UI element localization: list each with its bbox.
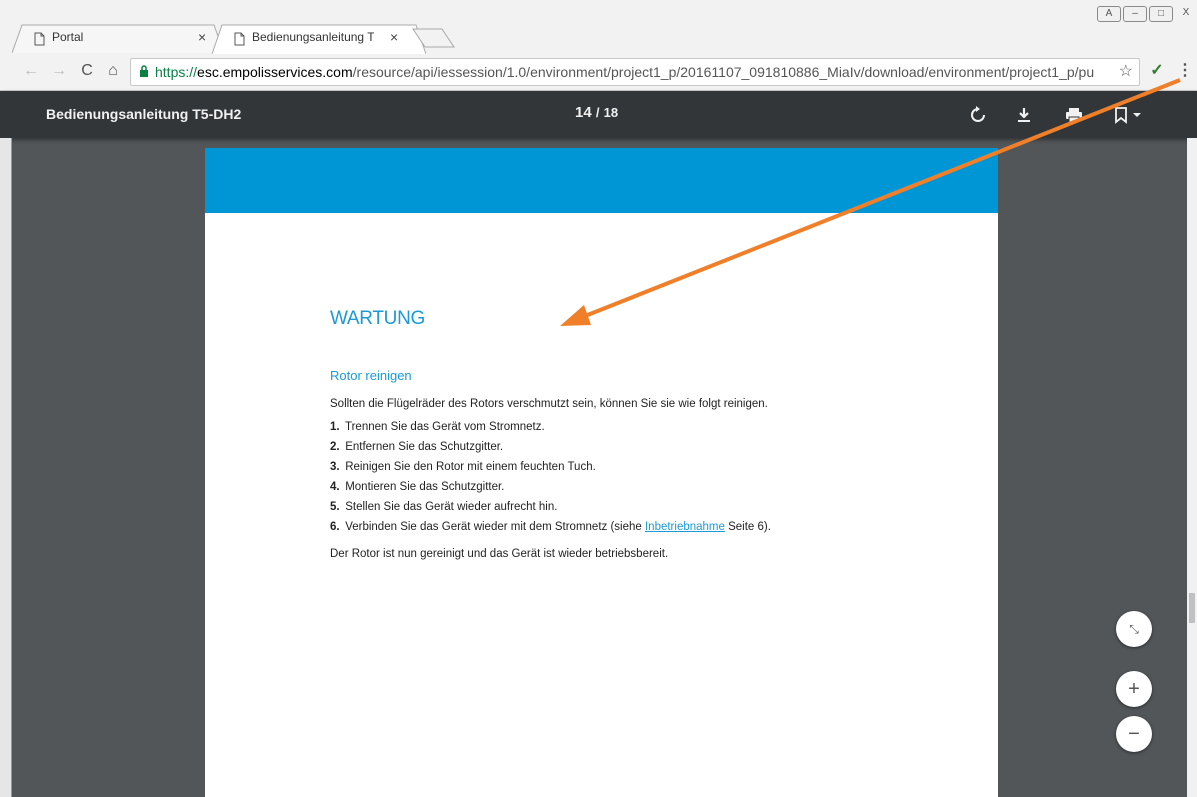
print-icon[interactable] [1062, 103, 1086, 127]
page-indicator: 14 / 18 [575, 104, 618, 121]
list-item: 4. Montieren Sie das Schutzgitter. [330, 480, 771, 500]
page-separator: / [595, 105, 600, 120]
current-page-input[interactable]: 14 [575, 104, 592, 121]
step-number: 1. [330, 421, 340, 433]
user-icon[interactable]: A [1097, 6, 1121, 22]
list-item: 3. Reinigen Sie den Rotor mit einem feuc… [330, 460, 771, 480]
download-icon[interactable] [1012, 103, 1036, 127]
menu-icon[interactable]: ⋮ [1174, 60, 1196, 82]
back-icon[interactable]: ← [20, 60, 42, 82]
fit-to-page-icon[interactable]: ⤡ [1116, 611, 1152, 647]
step-number: 2. [330, 441, 340, 453]
step-text: Stellen Sie das Gerät wieder aufrecht hi… [345, 501, 558, 513]
step-text: Trennen Sie das Gerät vom Stromnetz. [345, 421, 545, 433]
tab-title: Portal [52, 30, 84, 44]
zoom-out-button[interactable]: − [1116, 716, 1152, 752]
tab-strip: Portal × Bedienungsanleitung T5- × A – □… [0, 0, 1197, 54]
pdf-page: WARTUNG Rotor reinigen Sollten die Flüge… [205, 148, 998, 797]
tab-title: Bedienungsanleitung T5- [252, 30, 374, 44]
window-controls: A – □ X [1097, 6, 1197, 24]
url-text: https://esc.empolisservices.com/resource… [155, 64, 1095, 80]
list-item: 1. Trennen Sie das Gerät vom Stromnetz. [330, 420, 771, 440]
close-window-button[interactable]: X [1175, 6, 1197, 20]
step-text: Reinigen Sie den Rotor mit einem feuchte… [345, 461, 596, 473]
window-left-edge [0, 138, 12, 797]
bookmark-menu-icon[interactable] [1110, 103, 1146, 127]
tab-portal[interactable]: Portal × [12, 24, 224, 54]
address-bar[interactable]: https://esc.empolisservices.com/resource… [130, 58, 1140, 86]
reload-icon[interactable]: C [76, 60, 98, 82]
step-number: 4. [330, 481, 340, 493]
scrollbar-thumb[interactable] [1189, 593, 1195, 623]
minimize-button[interactable]: – [1123, 6, 1147, 22]
bookmark-star-icon[interactable]: ☆ [1119, 61, 1133, 81]
url-host: esc.empolisservices.com [197, 64, 353, 80]
rotate-icon[interactable] [966, 103, 990, 127]
step-number: 5. [330, 501, 340, 513]
new-tab-button[interactable] [412, 28, 456, 48]
step-text-after: Seite 6). [724, 521, 771, 533]
tab-close-icon[interactable]: × [390, 29, 398, 45]
scrollbar[interactable] [1187, 138, 1197, 797]
url-path: /resource/api/iessession/1.0/environment… [352, 64, 1095, 80]
list-item: 6. Verbinden Sie das Gerät wieder mit de… [330, 520, 771, 540]
step-text-before: Verbinden Sie das Gerät wieder mit dem S… [345, 521, 645, 533]
home-icon[interactable]: ⌂ [102, 60, 124, 82]
forward-icon[interactable]: → [48, 60, 70, 82]
maximize-button[interactable]: □ [1149, 6, 1173, 22]
url-scheme: https:// [155, 64, 198, 80]
step-number: 3. [330, 461, 340, 473]
intro-text: Sollten die Flügelräder des Rotors versc… [330, 398, 768, 410]
tab-close-icon[interactable]: × [198, 29, 206, 45]
step-text: Entfernen Sie das Schutzgitter. [345, 441, 504, 453]
step-text: Montieren Sie das Schutzgitter. [345, 481, 505, 493]
zoom-in-button[interactable]: + [1116, 671, 1152, 707]
inbetriebnahme-link[interactable]: Inbetriebnahme [645, 521, 725, 533]
step-number: 6. [330, 521, 340, 533]
total-pages: 18 [603, 105, 619, 120]
lock-icon [140, 65, 148, 77]
extension-icon[interactable]: ✓ [1146, 60, 1168, 82]
document-icon [234, 32, 245, 46]
page-header-banner [205, 148, 998, 213]
tab-bedienungsanleitung[interactable]: Bedienungsanleitung T5- × [212, 24, 426, 54]
document-icon [34, 32, 45, 46]
pdf-title: Bedienungsanleitung T5-DH2 [46, 106, 242, 122]
outro-text: Der Rotor ist nun gereinigt und das Gerä… [330, 548, 669, 560]
list-item: 2. Entfernen Sie das Schutzgitter. [330, 440, 771, 460]
list-item: 5. Stellen Sie das Gerät wieder aufrecht… [330, 500, 771, 520]
section-subheading: Rotor reinigen [330, 368, 412, 383]
steps-list: 1. Trennen Sie das Gerät vom Stromnetz. … [330, 420, 771, 540]
section-heading: WARTUNG [330, 308, 426, 329]
browser-toolbar: ← → C ⌂ https://esc.empolisservices.com/… [0, 54, 1197, 91]
pdf-toolbar: Bedienungsanleitung T5-DH2 14 / 18 [0, 91, 1197, 138]
